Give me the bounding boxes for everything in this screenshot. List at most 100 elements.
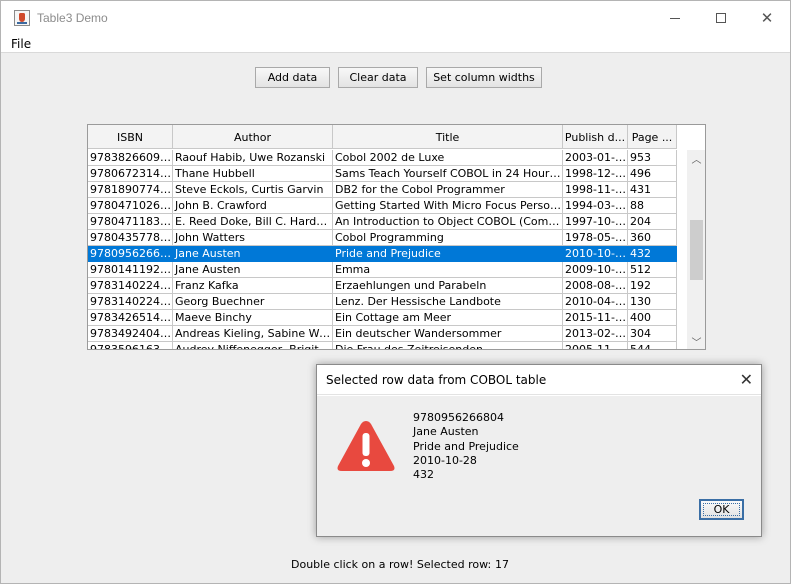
minimize-icon: [670, 18, 680, 19]
cell-publish-date[interactable]: 1998-12-24: [563, 166, 628, 182]
close-button[interactable]: ✕: [744, 1, 790, 35]
maximize-button[interactable]: [698, 1, 744, 35]
cell-title[interactable]: Ein deutscher Wandersommer: [333, 326, 563, 342]
table-row[interactable]: 9783426514702 Maeve Binchy Ein Cottage am …: [88, 310, 677, 326]
cell-pages[interactable]: 304: [628, 326, 677, 342]
cell-author[interactable]: E. Reed Doke, Bill C. Hardgrave: [173, 214, 333, 230]
cell-author[interactable]: John B. Crawford: [173, 198, 333, 214]
cell-pages[interactable]: 400: [628, 310, 677, 326]
cell-author[interactable]: Franz Kafka: [173, 278, 333, 294]
cell-title[interactable]: Die Frau des Zeitreisenden: [333, 342, 563, 349]
cell-publish-date[interactable]: 1998-11-01: [563, 182, 628, 198]
cell-author[interactable]: Raouf Habib, Uwe Rozanski: [173, 150, 333, 166]
cell-author[interactable]: Audrey Niffenegger, Brigitte J...: [173, 342, 333, 349]
cell-pages[interactable]: 496: [628, 166, 677, 182]
cell-title[interactable]: Pride and Prejudice: [333, 246, 563, 262]
cell-title[interactable]: Cobol 2002 de Luxe: [333, 150, 563, 166]
cell-publish-date[interactable]: 1997-10-24: [563, 214, 628, 230]
cell-isbn[interactable]: 9780672314537: [88, 166, 173, 182]
cell-isbn[interactable]: 9780471183464: [88, 214, 173, 230]
cell-pages[interactable]: 432: [628, 246, 677, 262]
table-row[interactable]: 9783596163908 Audrey Niffenegger, Brigitt…: [88, 342, 677, 349]
cell-publish-date[interactable]: 2009-10-01: [563, 262, 628, 278]
vertical-scrollbar[interactable]: ︿ ﹀: [687, 150, 705, 349]
cell-isbn[interactable]: 9780141192475: [88, 262, 173, 278]
ok-button[interactable]: OK: [699, 499, 744, 520]
minimize-button[interactable]: [652, 1, 698, 35]
cell-publish-date[interactable]: 1994-03-01: [563, 198, 628, 214]
cell-isbn[interactable]: 9780471026297: [88, 198, 173, 214]
cell-publish-date[interactable]: 2015-11-02: [563, 310, 628, 326]
table-row[interactable]: 9780956266804 Jane Austen Pride and Prejud…: [88, 246, 677, 262]
column-header-isbn[interactable]: ISBN: [88, 125, 173, 149]
table-row[interactable]: 9780141192475 Jane Austen Emma 2009-10-01 51…: [88, 262, 677, 278]
scroll-down-icon[interactable]: ﹀: [687, 333, 705, 349]
cell-isbn[interactable]: 9783140224253: [88, 294, 173, 310]
menu-file[interactable]: File: [11, 37, 31, 51]
cell-publish-date[interactable]: 2005-11-01: [563, 342, 628, 349]
cell-title[interactable]: Ein Cottage am Meer: [333, 310, 563, 326]
cell-title[interactable]: Lenz. Der Hessische Landbote: [333, 294, 563, 310]
table-row[interactable]: 9780672314537 Thane Hubbell Sams Teach You…: [88, 166, 677, 182]
cell-isbn[interactable]: 9780435778040: [88, 230, 173, 246]
column-header-author[interactable]: Author: [173, 125, 333, 149]
window-controls: ✕: [652, 1, 790, 35]
cell-publish-date[interactable]: 2008-08-19: [563, 278, 628, 294]
scroll-up-icon[interactable]: ︿: [687, 150, 705, 167]
cell-isbn[interactable]: 9783426514702: [88, 310, 173, 326]
cell-isbn[interactable]: 9780956266804: [88, 246, 173, 262]
cell-isbn[interactable]: 9783596163908: [88, 342, 173, 349]
table-row[interactable]: 9783492404716 Andreas Kieling, Sabine Wue…: [88, 326, 677, 342]
column-header-publish-date[interactable]: Publish d...: [563, 125, 628, 149]
cell-title[interactable]: Getting Started With Micro Focus Persona…: [333, 198, 563, 214]
cell-pages[interactable]: 544: [628, 342, 677, 349]
cell-author[interactable]: Maeve Binchy: [173, 310, 333, 326]
cell-title[interactable]: DB2 for the Cobol Programmer: [333, 182, 563, 198]
cell-publish-date[interactable]: 2013-02-12: [563, 326, 628, 342]
set-column-widths-button[interactable]: Set column widths: [426, 67, 542, 88]
cell-publish-date[interactable]: 2010-04-19: [563, 294, 628, 310]
table-row[interactable]: 9780471183464 E. Reed Doke, Bill C. Hardg…: [88, 214, 677, 230]
table-row[interactable]: 9780471026297 John B. Crawford Getting Sta…: [88, 198, 677, 214]
cell-pages[interactable]: 130: [628, 294, 677, 310]
cell-author[interactable]: Thane Hubbell: [173, 166, 333, 182]
cell-isbn[interactable]: 9783826609459: [88, 150, 173, 166]
dialog-body: 9780956266804 Jane Austen Pride and Prej…: [317, 396, 761, 536]
clear-data-button[interactable]: Clear data: [338, 67, 418, 88]
cell-publish-date[interactable]: 2010-10-28: [563, 246, 628, 262]
menu-bar: File: [1, 35, 790, 53]
cell-pages[interactable]: 953: [628, 150, 677, 166]
table-row[interactable]: 9783140224239 Franz Kafka Erzaehlungen und…: [88, 278, 677, 294]
cell-author[interactable]: Jane Austen: [173, 246, 333, 262]
cell-publish-date[interactable]: 2003-01-01: [563, 150, 628, 166]
cell-pages[interactable]: 204: [628, 214, 677, 230]
cell-pages[interactable]: 192: [628, 278, 677, 294]
cell-author[interactable]: Georg Buechner: [173, 294, 333, 310]
cell-title[interactable]: Erzaehlungen und Parabeln: [333, 278, 563, 294]
cell-title[interactable]: Sams Teach Yourself COBOL in 24 Hours, w…: [333, 166, 563, 182]
cell-pages[interactable]: 512: [628, 262, 677, 278]
cell-isbn[interactable]: 9783140224239: [88, 278, 173, 294]
column-header-title[interactable]: Title: [333, 125, 563, 149]
cell-title[interactable]: Emma: [333, 262, 563, 278]
column-header-pages[interactable]: Page ...: [628, 125, 677, 149]
table-row[interactable]: 9783826609459 Raouf Habib, Uwe Rozanski Co…: [88, 150, 677, 166]
dialog-close-icon[interactable]: ✕: [740, 370, 753, 389]
cell-pages[interactable]: 88: [628, 198, 677, 214]
cell-pages[interactable]: 360: [628, 230, 677, 246]
cell-isbn[interactable]: 9783492404716: [88, 326, 173, 342]
table-row[interactable]: 9783140224253 Georg Buechner Lenz. Der Hes…: [88, 294, 677, 310]
cell-author[interactable]: John Watters: [173, 230, 333, 246]
cell-title[interactable]: An Introduction to Object COBOL (Compute…: [333, 214, 563, 230]
cell-author[interactable]: Andreas Kieling, Sabine Wuen...: [173, 326, 333, 342]
table-row[interactable]: 9781890774028 Steve Eckols, Curtis Garvin…: [88, 182, 677, 198]
table-row[interactable]: 9780435778040 John Watters Cobol Programmi…: [88, 230, 677, 246]
scroll-thumb[interactable]: [690, 220, 703, 280]
cell-publish-date[interactable]: 1978-05-30: [563, 230, 628, 246]
cell-title[interactable]: Cobol Programming: [333, 230, 563, 246]
cell-author[interactable]: Jane Austen: [173, 262, 333, 278]
cell-isbn[interactable]: 9781890774028: [88, 182, 173, 198]
cell-pages[interactable]: 431: [628, 182, 677, 198]
cell-author[interactable]: Steve Eckols, Curtis Garvin: [173, 182, 333, 198]
add-data-button[interactable]: Add data: [255, 67, 330, 88]
